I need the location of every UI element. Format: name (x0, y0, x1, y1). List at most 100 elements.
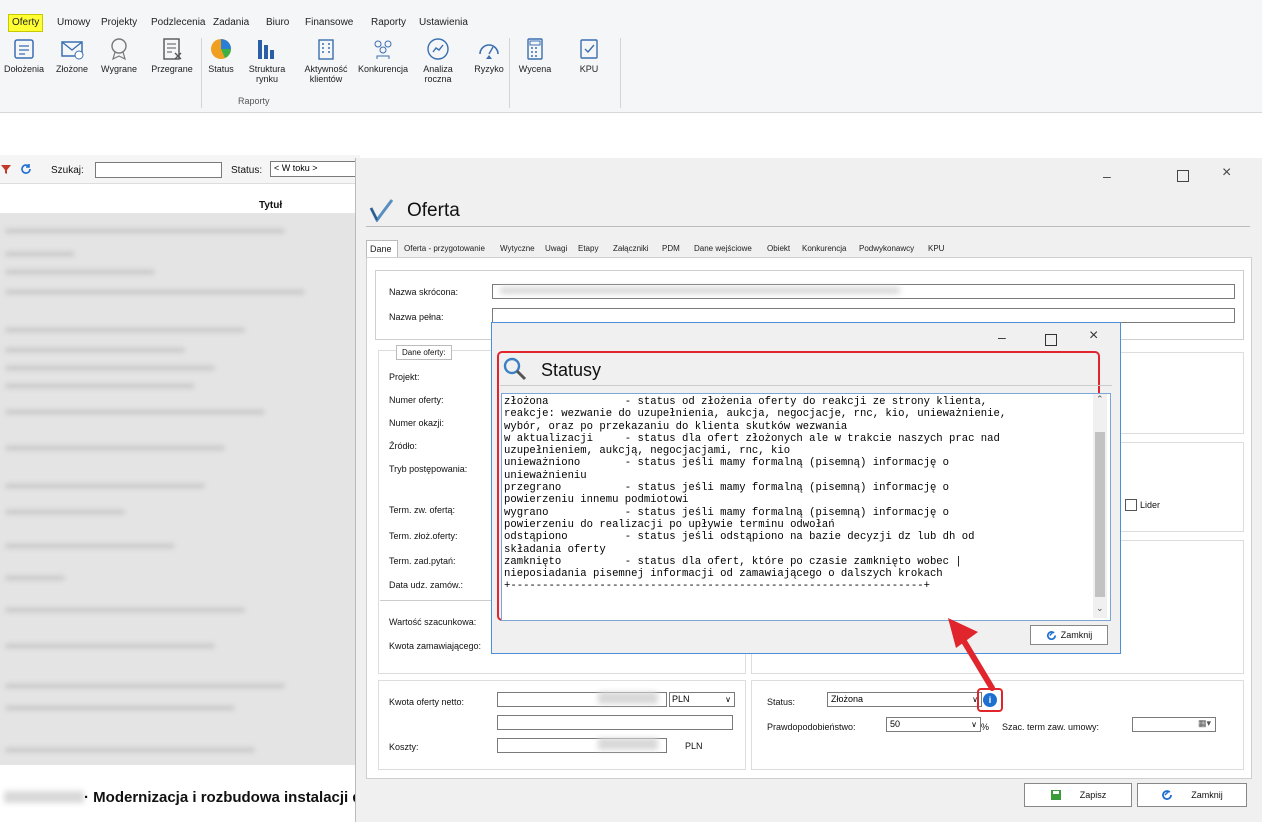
minimize-button[interactable]: – (1103, 168, 1111, 184)
statusy-maximize-button[interactable] (1045, 334, 1057, 346)
search-label: Szukaj: (51, 165, 84, 176)
ribbon-button-struktura-rynku[interactable]: Struktura rynku (244, 36, 290, 84)
annotation-arrow (948, 618, 995, 691)
status-info-icon[interactable]: i (983, 693, 997, 707)
ribbon-button-konkurencja[interactable]: Konkurencja (354, 36, 412, 74)
document-stack-icon (14, 39, 34, 59)
numer-oferty-label: Numer oferty: (389, 395, 444, 405)
term-zad-label: Term. zad.pytań: (389, 556, 456, 566)
selected-offer-title-bar: · Modernizacja i rozbudowa instalacji d (0, 765, 362, 822)
menu-oferty[interactable]: Oferty (8, 14, 44, 32)
tab-obiekt[interactable]: Obiekt (767, 242, 790, 256)
menu-umowy[interactable]: Umowy (57, 15, 90, 31)
tab-konkurencja[interactable]: Konkurencja (802, 242, 846, 256)
tryb-postepowania-label: Tryb postępowania: (389, 464, 468, 474)
tab-uwagi[interactable]: Uwagi (545, 242, 567, 256)
risk-gauge-icon (479, 44, 499, 59)
ribbon-button-zlozone[interactable]: Złożone (52, 36, 92, 74)
menu-biuro[interactable]: Biuro (266, 15, 289, 31)
magnifier-icon (502, 356, 528, 385)
prawdopodobienstwo-label: Prawdopodobieństwo: (767, 722, 856, 732)
currency-select[interactable]: PLN ∨ (669, 692, 735, 707)
building-icon (318, 39, 334, 60)
document-x-icon (163, 38, 182, 60)
ribbon-button-wygrane[interactable]: Wygrane (98, 36, 140, 74)
tab-kpu[interactable]: KPU (928, 242, 944, 256)
data-udz-label: Data udz. zamów.: (389, 580, 464, 590)
zrodlo-label: Źródło: (389, 441, 418, 451)
status-select[interactable]: Złożona ∨ (827, 692, 982, 707)
ribbon-button-wycena[interactable]: Wycena (513, 36, 557, 74)
lider-label: Lider (1140, 500, 1161, 510)
statusy-close-x-button[interactable]: × (1089, 327, 1098, 345)
tab-pdm[interactable]: PDM (662, 242, 680, 256)
tab-zalaczniki[interactable]: Załączniki (613, 242, 649, 256)
chevron-down-icon: ∨ (971, 720, 977, 729)
koszty-label: Koszty: (389, 742, 419, 752)
wartosc-szacunkowa-label: Wartość szacunkowa: (389, 617, 477, 627)
ribbon-button-przegrane[interactable]: Przegrane (146, 36, 198, 74)
ribbon: Dołożenia Złożone Wygrane Przegrane Stat… (0, 32, 1262, 113)
maximize-button[interactable] (1177, 170, 1189, 182)
ribbon-button-analiza-roczna[interactable]: Analiza roczna (416, 36, 460, 84)
statusy-close-button[interactable]: Zamknij (1030, 625, 1108, 645)
scrollbar-thumb[interactable] (1095, 432, 1105, 597)
offers-list-blurred (0, 213, 358, 765)
tab-oferta-przygotowanie[interactable]: Oferta - przygotowanie (404, 242, 485, 256)
term-zloz-label: Term. złoż.oferty: (389, 531, 458, 541)
ribbon-separator (620, 38, 621, 108)
column-header-title[interactable]: Tytuł (259, 200, 282, 211)
ribbon-separator (509, 38, 510, 108)
refresh-icon[interactable] (20, 163, 32, 178)
lider-checkbox[interactable] (1125, 499, 1137, 511)
statusy-minimize-button[interactable]: – (998, 329, 1006, 345)
close-window-button[interactable]: × (1222, 164, 1231, 182)
save-button[interactable]: Zapisz (1024, 783, 1132, 807)
filter-icon[interactable] (0, 163, 12, 178)
tab-dane-wejsciowe[interactable]: Dane wejściowe (694, 242, 752, 256)
status-label: Status: (767, 697, 796, 707)
nazwa-pelna-input[interactable] (492, 308, 1235, 323)
calendar-icon[interactable]: ▦▾ (1198, 718, 1211, 729)
menu-zadania[interactable]: Zadania (213, 15, 249, 31)
menu-finansowe[interactable]: Finansowe (305, 15, 353, 31)
envelope-check-icon (61, 41, 84, 60)
scroll-up-arrow-icon[interactable]: ⌃ (1096, 394, 1104, 405)
szac-term-date-input[interactable]: ▦▾ (1132, 717, 1216, 732)
term-zw-label: Term. zw. ofertą: (389, 505, 456, 515)
ribbon-button-ryzyko[interactable]: Ryzyko (470, 36, 508, 74)
gauge-icon (427, 38, 449, 60)
menu-projekty[interactable]: Projekty (101, 15, 137, 31)
ribbon-button-status[interactable]: Status (205, 36, 237, 74)
calculator-icon (527, 38, 543, 60)
dane-oferty-legend[interactable]: Dane oferty: (396, 345, 452, 360)
search-input[interactable] (95, 162, 222, 178)
menu-raporty[interactable]: Raporty (371, 15, 406, 31)
tab-wytyczne[interactable]: Wytyczne (500, 242, 535, 256)
pie-chart-icon (211, 39, 231, 59)
tab-etapy[interactable]: Etapy (578, 242, 598, 256)
ribbon-button-kpu[interactable]: KPU (572, 36, 606, 74)
menu-ustawienia[interactable]: Ustawienia (419, 15, 468, 31)
menu-podzlecenia[interactable]: Podzlecenia (151, 15, 205, 31)
tab-podwykonawcy[interactable]: Podwykonawcy (859, 242, 914, 256)
oferta-title: Oferta (407, 200, 460, 221)
ribbon-button-dolozenia[interactable]: Dołożenia (0, 36, 48, 74)
status-filter-select[interactable]: < W toku > (270, 161, 365, 177)
selected-offer-title: · Modernizacja i rozbudowa instalacji d (84, 789, 362, 806)
close-button[interactable]: Zamknij (1137, 783, 1247, 807)
exit-icon (1046, 630, 1056, 640)
kwota-oferty-extra-input[interactable] (497, 715, 733, 730)
ribbon-group-label: Raporty (238, 96, 270, 106)
szac-term-label: Szac. term zaw. umowy: (1002, 722, 1100, 732)
ribbon-button-aktywnosc-klientow[interactable]: Aktywność klientów (300, 36, 352, 84)
nazwa-skrocona-label: Nazwa skrócona: (389, 287, 459, 297)
statusy-title-divider (500, 385, 1112, 386)
probability-select[interactable]: 50 ∨ (886, 717, 981, 732)
chevron-down-icon: ∨ (725, 695, 731, 704)
floppy-icon (1050, 790, 1061, 800)
menu-bar: Oferty Umowy Projekty Podzlecenia Zadani… (0, 0, 1262, 32)
scroll-down-arrow-icon[interactable]: ⌄ (1096, 603, 1104, 614)
tab-dane[interactable]: Dane (370, 242, 392, 256)
koszty-currency: PLN (685, 741, 703, 751)
